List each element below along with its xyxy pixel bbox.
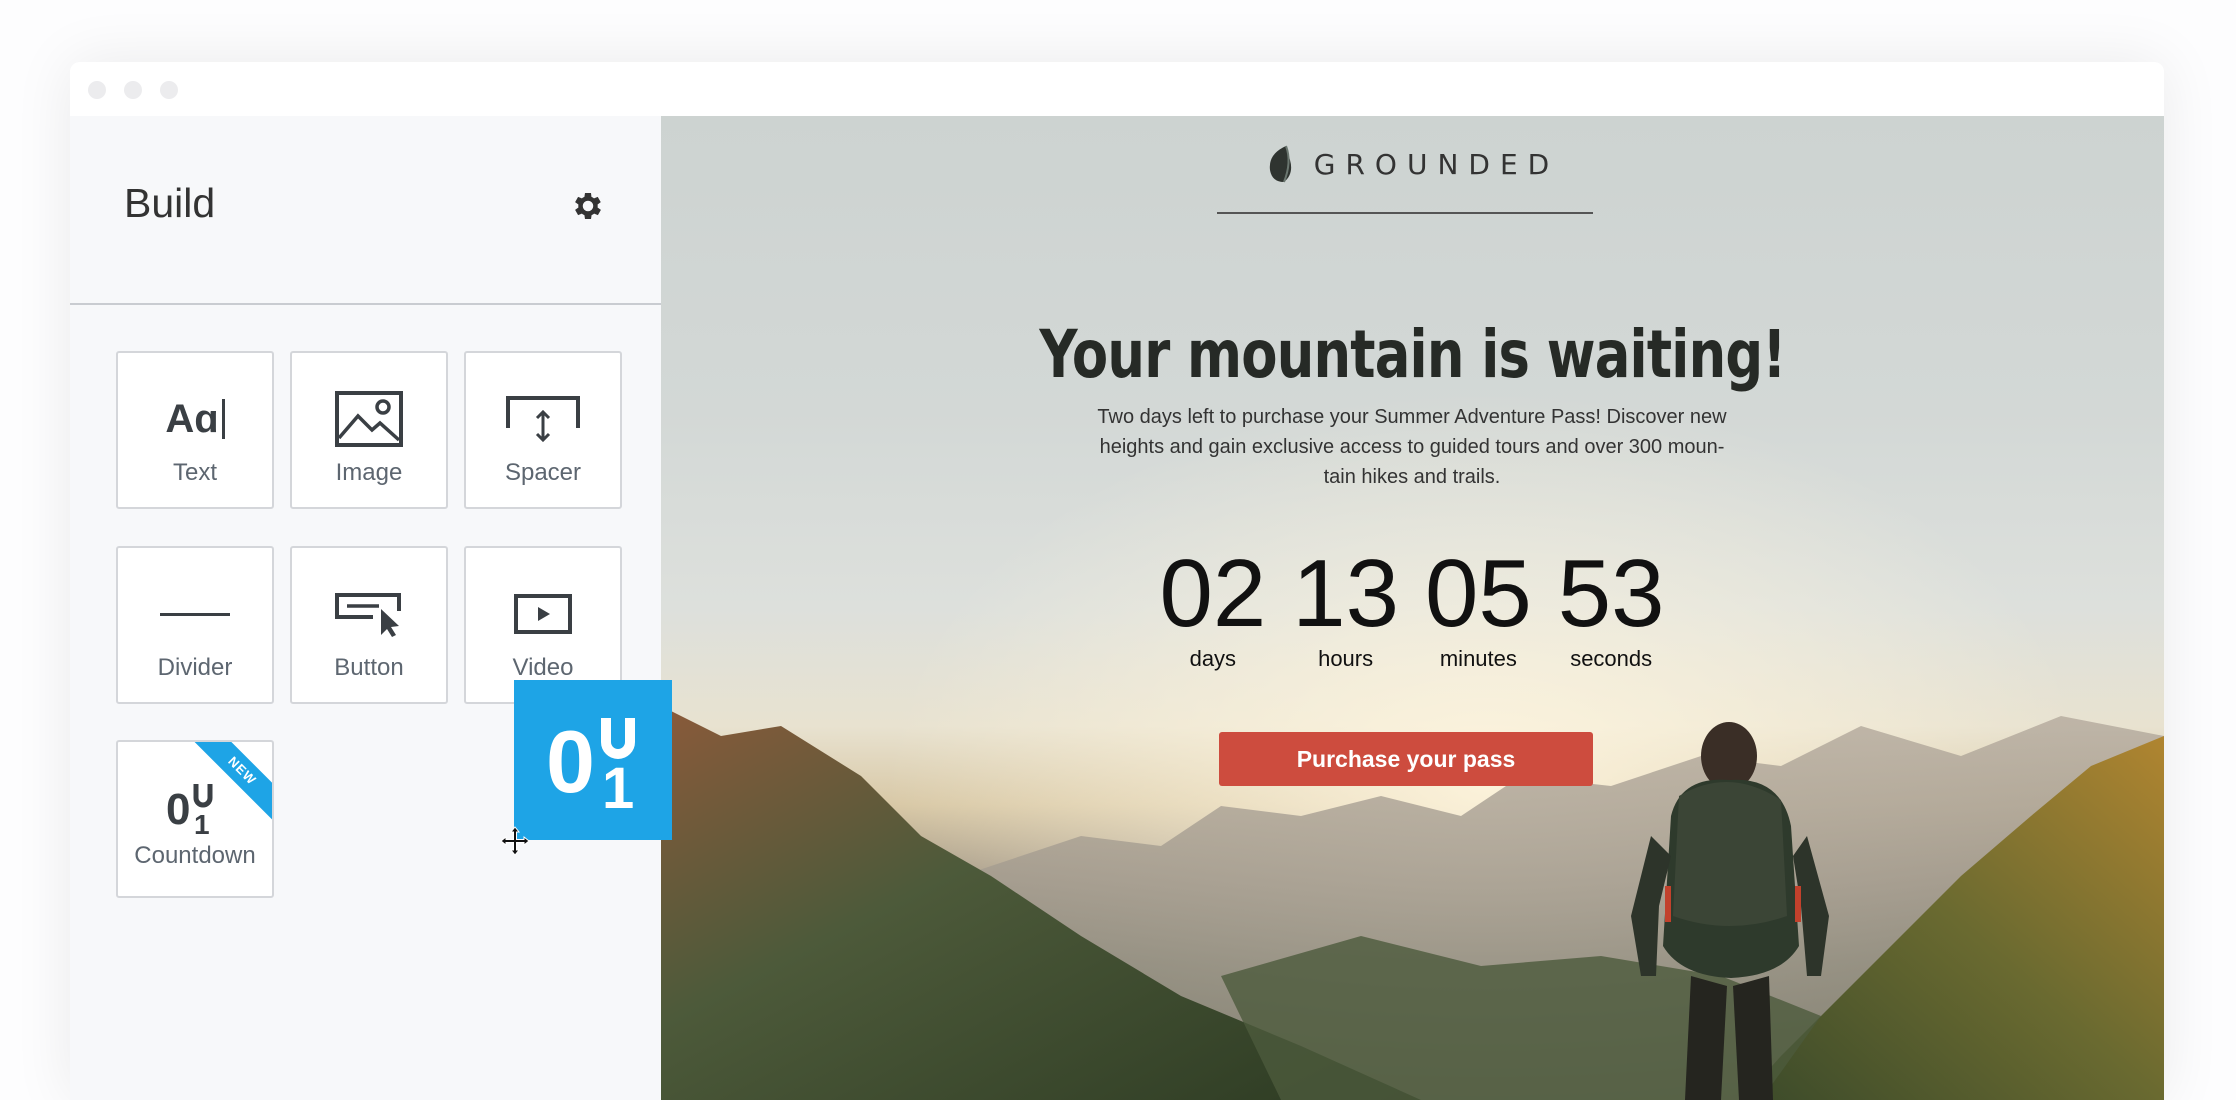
block-spacer[interactable]: Spacer: [464, 351, 622, 509]
countdown-value: 05: [1425, 540, 1532, 647]
countdown-label: hours: [1318, 646, 1374, 671]
countdown-timer: 02 days 13 hours 05 minutes 53 seconds: [1131, 546, 1693, 672]
email-preview: GROUNDED Your mountain is waiting! Two d…: [661, 116, 2164, 1100]
block-label: Button: [334, 654, 404, 681]
panel-title: Build: [124, 180, 216, 226]
maximize-window-button[interactable]: [160, 81, 178, 99]
leaf-logo-icon: [1269, 145, 1291, 183]
image-icon: [292, 389, 446, 449]
text-icon: Aɑ: [118, 389, 272, 449]
block-label: Divider: [157, 654, 233, 681]
countdown-unit-days: 02 days: [1159, 546, 1266, 672]
countdown-value: 13: [1292, 540, 1399, 647]
block-divider[interactable]: Divider: [116, 546, 274, 704]
svg-text:1: 1: [194, 809, 210, 836]
block-button[interactable]: Button: [290, 546, 448, 704]
divider-icon: [118, 584, 272, 644]
countdown-icon: 0 1: [546, 712, 635, 821]
video-icon: [466, 584, 620, 644]
spacer-icon: [466, 389, 620, 449]
block-label: Image: [335, 459, 403, 486]
build-panel: Build Aɑ Text Image Spacer Divider Butto…: [70, 116, 661, 1100]
block-countdown[interactable]: NEW 01 Countdown: [116, 740, 274, 898]
countdown-label: seconds: [1570, 646, 1653, 671]
countdown-icon: 01: [118, 778, 272, 838]
purchase-pass-button[interactable]: Purchase your pass: [1219, 732, 1593, 786]
block-label: Spacer: [504, 459, 582, 486]
block-label: Video: [512, 654, 574, 681]
svg-text:1: 1: [602, 756, 634, 821]
close-window-button[interactable]: [88, 81, 106, 99]
panel-divider: [70, 303, 661, 305]
block-text[interactable]: Aɑ Text: [116, 351, 274, 509]
svg-text:0: 0: [166, 785, 190, 834]
move-cursor-icon: [500, 826, 530, 856]
countdown-label: days: [1189, 646, 1237, 671]
button-icon: [292, 584, 446, 644]
block-label: Countdown: [134, 842, 256, 869]
countdown-unit-seconds: 53 seconds: [1558, 546, 1665, 672]
app-window: Build Aɑ Text Image Spacer Divider Butto…: [70, 62, 2164, 1100]
brand-header: GROUNDED: [661, 144, 2164, 184]
block-image[interactable]: Image: [290, 351, 448, 509]
countdown-value: 02: [1159, 540, 1267, 647]
brand-divider: [1217, 212, 1593, 214]
headline: Your mountain is waiting!: [1039, 316, 1786, 393]
brand-name: GROUNDED: [1313, 147, 1560, 181]
countdown-value: 53: [1557, 540, 1665, 647]
title-bar: [70, 62, 2164, 116]
gear-icon[interactable]: [570, 188, 606, 224]
block-label: Text: [172, 459, 217, 486]
body-text: Two days left to purchase your Summer Ad…: [1097, 406, 1727, 488]
countdown-unit-minutes: 05 minutes: [1425, 546, 1532, 672]
countdown-label: minutes: [1439, 646, 1517, 671]
minimize-window-button[interactable]: [124, 81, 142, 99]
countdown-unit-hours: 13 hours: [1292, 546, 1399, 672]
dragging-countdown-block[interactable]: 0 1: [514, 680, 672, 840]
svg-text:0: 0: [546, 712, 595, 811]
